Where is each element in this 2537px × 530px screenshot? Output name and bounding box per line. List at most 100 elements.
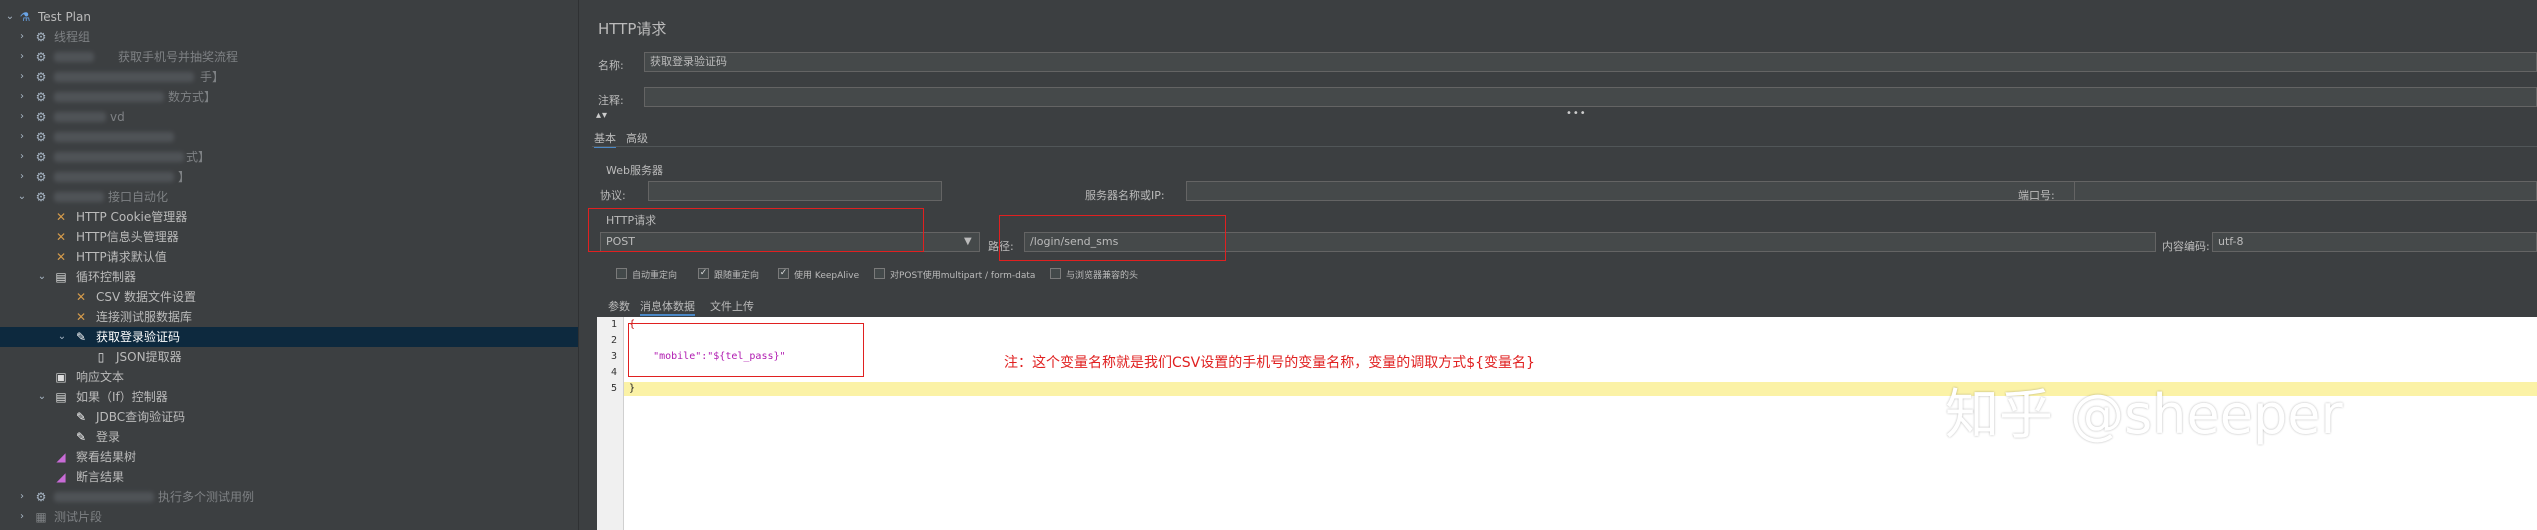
tree-item-label: 接口自动化 (108, 190, 169, 204)
tree-item-thread-group-8[interactable]: › ⚙ 】 (0, 167, 578, 187)
tree-item-get-login-code[interactable]: ⌄ ✎ 获取登录验证码 (0, 327, 578, 347)
tree-item-thread-group-5[interactable]: › ⚙ vd (0, 107, 578, 127)
line-number: 3 (610, 351, 617, 362)
expand-arrow-icon[interactable]: ⌄ (36, 267, 48, 287)
tree-item-if-controller[interactable]: ⌄ ▤ 如果（If）控制器 (0, 387, 578, 407)
tab-file-upload[interactable]: 文件上传 (710, 298, 754, 314)
collapsed-arrow-icon[interactable]: › (16, 487, 28, 507)
name-field[interactable]: 获取登录验证码 (644, 52, 2537, 72)
line-number: 5 (610, 383, 617, 394)
tree-item-login[interactable]: ✎ 登录 (0, 427, 578, 447)
tree-item-label: 登录 (96, 430, 121, 444)
tree-item-assertion-results[interactable]: ◢ 断言结果 (0, 467, 578, 487)
server-field[interactable] (1186, 181, 2090, 201)
tree-item-label: 线程组 (54, 30, 91, 44)
collapse-arrows-icon[interactable]: ▴▾ (596, 110, 608, 121)
document-icon: ▯ (97, 350, 105, 364)
tree-item-label: 循环控制器 (76, 270, 137, 284)
checkbox-auto-redirect[interactable] (616, 268, 627, 279)
tree-item-label: 执行多个测试用例 (158, 490, 255, 504)
tab-body-data[interactable]: 消息体数据 (640, 298, 695, 316)
redacted-text (54, 132, 174, 142)
chart-icon: ◢ (56, 450, 66, 464)
expand-arrow-icon[interactable]: ⌄ (36, 387, 48, 407)
test-plan-icon: ⚗ (19, 10, 31, 24)
drag-handle-icon[interactable]: ••• (1566, 108, 1587, 119)
tree-item-request-defaults[interactable]: ✕ HTTP请求默认值 (0, 247, 578, 267)
tree-item-label: CSV 数据文件设置 (96, 290, 197, 304)
collapsed-arrow-icon[interactable]: › (16, 147, 28, 167)
tree-item-api-automation[interactable]: ⌄ ⚙ 接口自动化 (0, 187, 578, 207)
collapsed-arrow-icon[interactable]: › (16, 167, 28, 187)
encoding-field[interactable]: utf-8 (2212, 232, 2537, 252)
server-label: 服务器名称或IP: (1085, 189, 1165, 202)
checkbox-browser-headers-label: 与浏览器兼容的头 (1066, 271, 1139, 281)
tree-item-cookie-manager[interactable]: ✕ HTTP Cookie管理器 (0, 207, 578, 227)
controller-icon: ▤ (55, 390, 67, 404)
tree-item-loop-controller[interactable]: ⌄ ▤ 循环控制器 (0, 267, 578, 287)
checkbox-multipart[interactable] (874, 268, 885, 279)
tree-item-view-results-tree[interactable]: ◢ 察看结果树 (0, 447, 578, 467)
collapsed-arrow-icon[interactable]: › (16, 127, 28, 147)
tree-item-db-connection[interactable]: ✕ 连接测试服数据库 (0, 307, 578, 327)
wrench-icon: ✕ (55, 250, 67, 264)
redacted-text (54, 192, 104, 202)
tree-item-thread-group-6[interactable]: › ⚙ (0, 127, 578, 147)
tree-item-test-fragment[interactable]: › ▦ 测试片段 (0, 507, 578, 527)
port-field[interactable] (2074, 181, 2537, 201)
collapsed-arrow-icon[interactable]: › (16, 47, 28, 67)
collapsed-arrow-icon[interactable]: › (16, 107, 28, 127)
expand-arrow-icon[interactable]: ⌄ (16, 187, 28, 207)
name-label: 名称: (598, 59, 624, 72)
collapsed-arrow-icon[interactable]: › (16, 27, 28, 47)
test-plan-tree[interactable]: ⌄ ⚗ Test Plan › ⚙ 线程组 › ⚙ 获取手机号并抽奖流程 › ⚙… (0, 0, 578, 530)
box-icon: ▣ (55, 370, 67, 384)
collapsed-arrow-icon[interactable]: › (16, 67, 28, 87)
comment-field[interactable] (644, 87, 2537, 107)
tree-item-csv-data-set[interactable]: ✕ CSV 数据文件设置 (0, 287, 578, 307)
line-number-gutter: 1 2 3 4 5 (597, 317, 624, 530)
tree-item-label: vd (110, 110, 125, 124)
checkbox-browser-headers[interactable] (1050, 268, 1061, 279)
redacted-text (54, 492, 154, 502)
expand-arrow-icon[interactable]: ⌄ (4, 7, 16, 27)
expand-arrow-icon[interactable]: ⌄ (56, 327, 68, 347)
redacted-text (54, 52, 94, 62)
redacted-text (54, 152, 184, 162)
tree-item-label: 如果（If）控制器 (76, 390, 168, 404)
tree-item-thread-group-4[interactable]: › ⚙ 数方式】 (0, 87, 578, 107)
protocol-field[interactable] (648, 181, 942, 201)
encoding-label: 内容编码: (2162, 240, 2210, 253)
tree-item-label: JSON提取器 (116, 350, 182, 364)
gear-icon: ⚙ (35, 30, 47, 44)
tree-item-thread-group-3[interactable]: › ⚙ 手】 (0, 67, 578, 87)
gear-icon: ⚙ (35, 150, 47, 164)
chart-icon: ◢ (56, 470, 66, 484)
tree-item-thread-group-1[interactable]: › ⚙ 线程组 (0, 27, 578, 47)
tree-item-label: JDBC查询验证码 (96, 410, 186, 424)
tree-item-response-text[interactable]: ▣ 响应文本 (0, 367, 578, 387)
watermark: 知乎 @sheeper (1945, 383, 2343, 446)
tab-advanced[interactable]: 高级 (626, 130, 648, 146)
tree-item-json-extractor[interactable]: ▯ JSON提取器 (0, 347, 578, 367)
checkbox-follow-redirect[interactable]: ✓ (698, 268, 709, 279)
chevron-down-icon[interactable]: ▼ (964, 236, 972, 247)
tree-item-thread-group-7[interactable]: › ⚙ 式】 (0, 147, 578, 167)
tree-item-label: HTTP信息头管理器 (76, 230, 179, 244)
checkbox-keepalive[interactable]: ✓ (778, 268, 789, 279)
web-server-label: Web服务器 (606, 164, 663, 177)
fragment-icon: ▦ (35, 510, 47, 524)
tab-parameters[interactable]: 参数 (608, 298, 630, 314)
line-number: 1 (610, 319, 617, 330)
tree-item-label: 式】 (186, 150, 211, 164)
tree-item-multi-case[interactable]: › ⚙ 执行多个测试用例 (0, 487, 578, 507)
tree-item-label: HTTP请求默认值 (76, 250, 167, 264)
collapsed-arrow-icon[interactable]: › (16, 87, 28, 107)
tree-item-label: 数方式】 (168, 90, 217, 104)
collapsed-arrow-icon[interactable]: › (16, 507, 28, 527)
tree-item-jdbc-query[interactable]: ✎ JDBC查询验证码 (0, 407, 578, 427)
wrench-icon: ✕ (75, 290, 87, 304)
tree-root[interactable]: ⌄ ⚗ Test Plan (0, 7, 578, 27)
tree-item-thread-group-2[interactable]: › ⚙ 获取手机号并抽奖流程 (0, 47, 578, 67)
tree-item-header-manager[interactable]: ✕ HTTP信息头管理器 (0, 227, 578, 247)
